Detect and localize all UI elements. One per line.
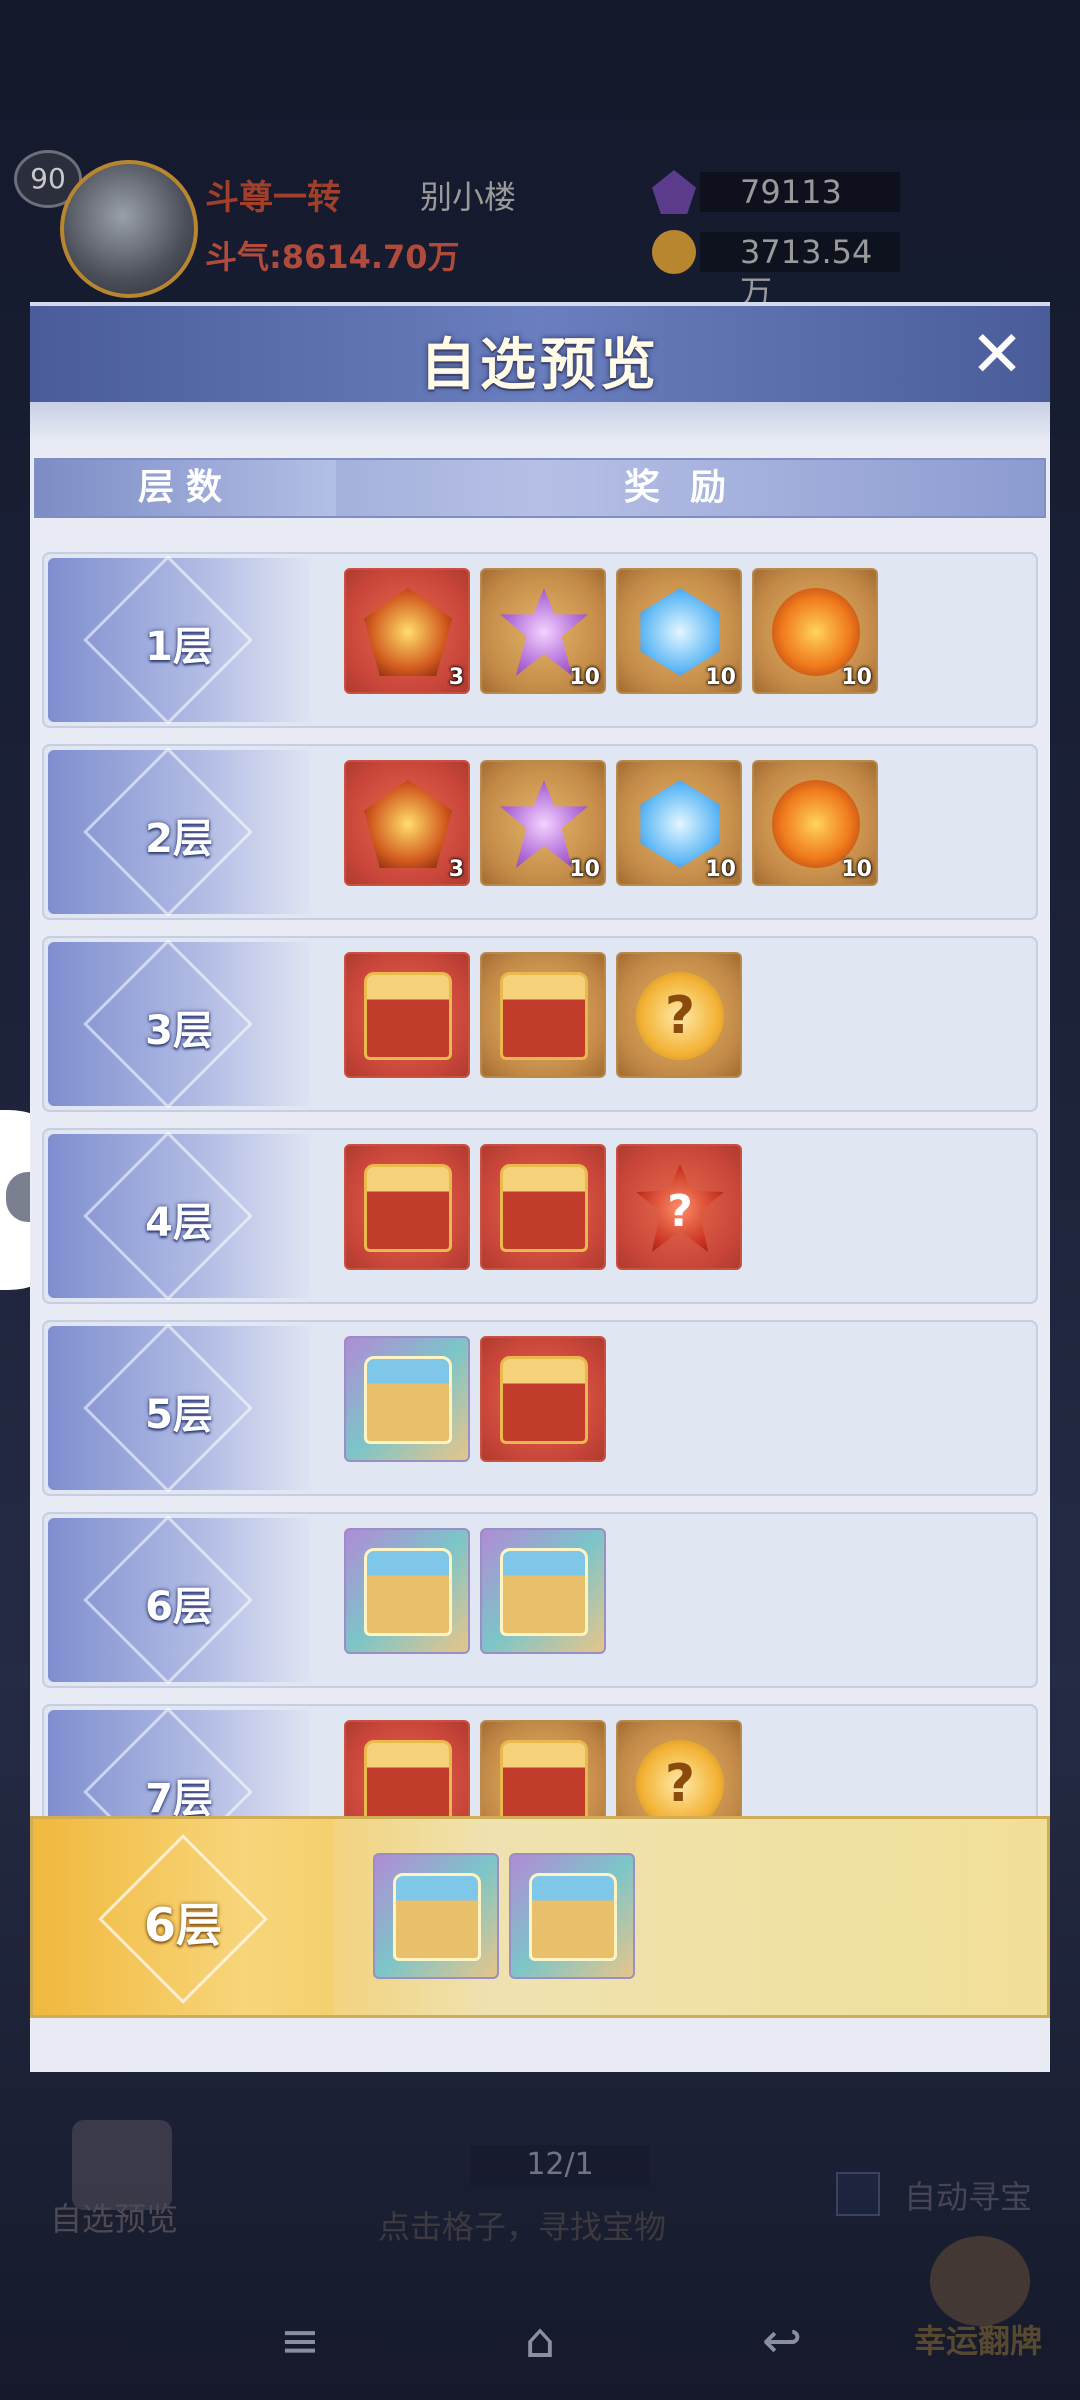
floor-label: 4层 [145,1200,213,1246]
floor-row[interactable]: 2层 3 10 10 10 [42,744,1038,920]
floor-row[interactable]: 5层 [42,1320,1038,1496]
lucky-flip-label[interactable]: 幸运翻牌 [914,2316,1042,2362]
preview-modal: 自选预览 ✕ 层数 奖励 1层 3 10 10 10 2层 3 10 10 10 3层? 4层? 5层 6… [30,302,1050,2072]
floor-label: 6层 [145,1584,213,1630]
modal-title-bar: 自选预览 ✕ [30,302,1050,406]
close-icon[interactable]: ✕ [962,320,1032,390]
reward-item[interactable]: ? [616,1144,742,1270]
gold-icon [652,230,696,274]
floor-row[interactable]: 1层 3 10 10 10 [42,552,1038,728]
preview-label[interactable]: 自选预览 [50,2194,178,2240]
reward-item[interactable]: 10 [616,568,742,694]
fire-orb-icon [772,588,860,676]
mystery-star-icon: ? [636,1164,724,1252]
lotus-icon [500,588,588,676]
reward-item[interactable] [344,952,470,1078]
rainbow-chest-icon [500,1548,588,1636]
selected-floor-label: 6层 [143,1898,222,1952]
rainbow-chest-icon [393,1873,481,1961]
floor-label-bg: 4层 [48,1131,310,1301]
title-divider [30,402,1050,442]
item-quantity: 10 [841,665,872,690]
floor-label-bg: 2层 [48,747,310,917]
item-quantity: 10 [705,857,736,882]
selected-floor-label-bg: 6层 [33,1819,333,2015]
reward-item[interactable] [373,1853,499,1979]
gold-chest-icon [500,1740,588,1828]
rainbow-chest-icon [529,1873,617,1961]
reward-item[interactable] [480,952,606,1078]
power-value: 斗气:8614.70万 [205,238,460,276]
item-quantity: 10 [569,665,600,690]
floor-row[interactable]: 4层? [42,1128,1038,1304]
reward-item[interactable] [480,1528,606,1654]
selected-floor-bar[interactable]: 6层 [30,1816,1050,2018]
fire-orb-icon [772,780,860,868]
reward-item[interactable]: 10 [480,568,606,694]
lotus-icon [500,780,588,868]
reward-item[interactable]: 10 [752,568,878,694]
home-icon[interactable]: ⌂ [510,2316,570,2366]
rainbow-chest-icon [364,1548,452,1636]
item-quantity: 10 [569,857,600,882]
floor-label-bg: 5层 [48,1323,310,1493]
item-quantity: 3 [448,665,464,690]
progress-counter: 12/1 [470,2145,650,2185]
gold-count: 3713.54万 [700,232,900,311]
floor-label-bg: 1层 [48,555,310,725]
floor-label: 5层 [145,1392,213,1438]
s-plus-chest-icon [364,1164,452,1252]
mystery-orb-icon: ? [636,1740,724,1828]
gem-count: 79113 [700,172,900,212]
hint-text: 点击格子，寻找宝物 [378,2208,667,2246]
rainbow-chest-icon [364,1356,452,1444]
reward-item[interactable] [480,1144,606,1270]
reward-item[interactable] [480,1336,606,1462]
item-quantity: 3 [448,857,464,882]
red-chest-icon [364,1740,452,1828]
floor-row[interactable]: 6层 [42,1512,1038,1688]
floor-label: 2层 [145,816,213,862]
reward-item[interactable]: ? [616,952,742,1078]
auto-search-checkbox[interactable] [836,2172,880,2216]
blue-crystal-icon [640,780,720,868]
floor-row[interactable]: 3层? [42,936,1038,1112]
floor-label-bg: 3层 [48,939,310,1109]
reward-item[interactable]: 3 [344,760,470,886]
item-quantity: 10 [705,665,736,690]
lucky-flip-icon[interactable] [930,2236,1030,2326]
item-quantity: 10 [841,857,872,882]
reward-item[interactable] [344,1144,470,1270]
reward-item[interactable] [344,1528,470,1654]
avatar[interactable] [60,160,198,298]
demon-crest-icon [364,588,452,676]
column-reward: 奖励 [623,467,756,508]
floor-label: 1层 [145,624,213,670]
mystery-orb-icon: ? [636,972,724,1060]
column-floor: 层数 [36,460,336,516]
gold-chest-icon [500,972,588,1060]
reward-item[interactable]: 10 [480,760,606,886]
reward-item[interactable]: 10 [752,760,878,886]
demon-crest-icon [364,780,452,868]
back-icon[interactable]: ↩ [752,2316,812,2366]
reward-item[interactable] [344,1336,470,1462]
floor-label-bg: 6层 [48,1515,310,1685]
rank-title: 斗尊一转 [205,178,341,218]
modal-title: 自选预览 [420,333,660,398]
player-name: 别小楼 [420,178,517,216]
red-chest-icon [500,1356,588,1444]
red-chest-icon [364,972,452,1060]
reward-item[interactable]: 3 [344,568,470,694]
menu-icon[interactable]: ≡ [270,2316,330,2366]
reward-item[interactable]: 10 [616,760,742,886]
blue-crystal-icon [640,588,720,676]
modal-footer [30,2018,1050,2072]
floor-label: 3层 [145,1008,213,1054]
auto-search-label: 自动寻宝 [904,2178,1033,2216]
reward-item[interactable] [509,1853,635,1979]
column-header: 层数 奖励 [34,458,1046,518]
red-chest-icon [500,1164,588,1252]
